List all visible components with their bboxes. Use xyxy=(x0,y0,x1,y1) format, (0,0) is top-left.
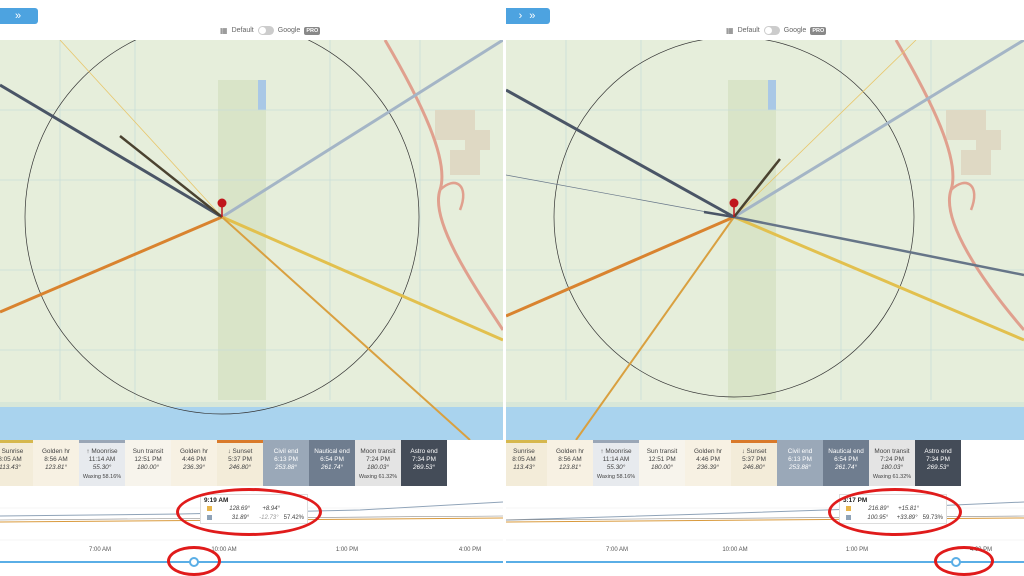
highlight-ring-tooltip xyxy=(176,488,322,536)
event-sunrise[interactable]: ↑ Sunrise8:05 AM113.43° xyxy=(0,440,33,486)
map-type-switch[interactable] xyxy=(763,26,780,35)
map-shore xyxy=(506,402,1024,407)
tick-label: 4:00 PM xyxy=(458,547,482,553)
map-canvas[interactable] xyxy=(0,40,503,440)
map-pond xyxy=(768,80,776,110)
event-sunrise[interactable]: Sunrise 8:05 AM 113.43° xyxy=(506,440,547,486)
highlight-ring-slider xyxy=(167,546,221,576)
event-civil-end[interactable]: Civil end 6:13 PM 253.88° xyxy=(263,440,309,486)
event-golden-hour-morning[interactable]: Golden hr 8:56 AM 123.81° xyxy=(33,440,79,486)
pro-badge: PRO xyxy=(810,26,827,35)
map-view[interactable] xyxy=(506,40,1024,440)
pro-badge: PRO xyxy=(304,26,321,35)
map-type-switch[interactable] xyxy=(257,26,274,35)
event-sunset[interactable]: ↓ Sunset 5:37 PM 246.80° xyxy=(731,440,777,486)
map-forest-strip xyxy=(728,80,776,400)
highlight-ring-slider xyxy=(934,546,994,576)
map-default-label: Default xyxy=(737,27,760,34)
event-golden-hour-morning[interactable]: Golden hr 8:56 AM 123.81° xyxy=(547,440,593,486)
tick-label: 7:00 AM xyxy=(88,547,112,553)
map-water xyxy=(0,405,503,440)
map-view[interactable] xyxy=(0,40,503,440)
event-golden-hour-evening[interactable]: Golden hr 4:46 PM 236.39° xyxy=(171,440,217,486)
event-moonrise[interactable]: ↑ Moonrise 11:14 AM 55.30° Waxing 58.16% xyxy=(593,440,639,486)
event-civil-end[interactable]: Civil end 6:13 PM 253.88° xyxy=(777,440,823,486)
map-icon: ▦ xyxy=(220,26,228,35)
event-nautical-end[interactable]: Nautical end 6:54 PM 261.74° xyxy=(309,440,355,486)
events-strip: Sunrise 8:05 AM 113.43° Golden hr 8:56 AM 12… xyxy=(506,440,961,486)
event-moonrise[interactable]: ↑ Moonrise 11:14 AM 55.30° Waxing 58.16% xyxy=(79,440,125,486)
event-sun-transit[interactable]: Sun transit 12:51 PM 180.00° xyxy=(639,440,685,486)
map-default-label: Default xyxy=(231,27,254,34)
left-panel: » ▦ Default Google PRO Sunrise 8:05 AM 1… xyxy=(0,0,503,576)
timeline[interactable]: 3:17 PM 216.89° +15.81° 100.95° +33.89° … xyxy=(506,488,1024,576)
event-moon-transit[interactable]: Moon transit 7:24 PM 180.03° Waxing 61.32% xyxy=(355,440,401,486)
event-golden-hour-evening[interactable]: Golden hr 4:46 PM 236.39° xyxy=(685,440,731,486)
top-bar: » ▦ Default Google PRO xyxy=(0,0,503,40)
events-strip: ↑ Sunrise8:05 AM113.43° Golden hr8:56 AM… xyxy=(0,440,447,486)
map-canvas[interactable] xyxy=(506,40,1024,440)
map-icon: ▦ xyxy=(726,26,734,35)
map-google-label: Google xyxy=(783,27,807,34)
event-moon-transit[interactable]: Moon transit 7:24 PM 180.03° Waxing 61.32% xyxy=(869,440,915,486)
tick-label: 1:00 PM xyxy=(845,547,869,553)
event-sunset[interactable]: ↓ Sunset 5:37 PM 246.80° xyxy=(217,440,263,486)
right-panel: › » ▦ Default Google PRO Sunrise 8:05 AM… xyxy=(506,0,1024,576)
top-bar: › » ▦ Default Google PRO xyxy=(506,0,1024,40)
event-astro-end[interactable]: Astro end 7:34 PM 269.53° xyxy=(401,440,447,486)
event-nautical-end[interactable]: Nautical end 6:54 PM 261.74° xyxy=(823,440,869,486)
map-water xyxy=(506,405,1024,440)
map-google-label: Google xyxy=(277,27,301,34)
map-type-toggle[interactable]: ▦ Default Google PRO xyxy=(220,26,321,35)
time-slider-track[interactable] xyxy=(0,561,503,563)
tick-label: 10:00 AM xyxy=(722,547,748,553)
map-pond xyxy=(258,80,266,110)
event-astro-end[interactable]: Astro end 7:34 PM 269.53° xyxy=(915,440,961,486)
map-forest-strip xyxy=(218,80,266,400)
expand-panel-button[interactable]: › » xyxy=(506,8,550,24)
expand-panel-button[interactable]: » xyxy=(0,8,38,24)
highlight-ring-tooltip xyxy=(828,488,962,536)
tick-label: 1:00 PM xyxy=(335,547,359,553)
timeline[interactable]: 9:19 AM 128.69° +8.94° 31.89° -12.73° 57… xyxy=(0,488,503,576)
event-sun-transit[interactable]: Sun transit 12:51 PM 180.00° xyxy=(125,440,171,486)
tick-label: 7:00 AM xyxy=(605,547,629,553)
map-type-toggle[interactable]: ▦ Default Google PRO xyxy=(726,26,827,35)
